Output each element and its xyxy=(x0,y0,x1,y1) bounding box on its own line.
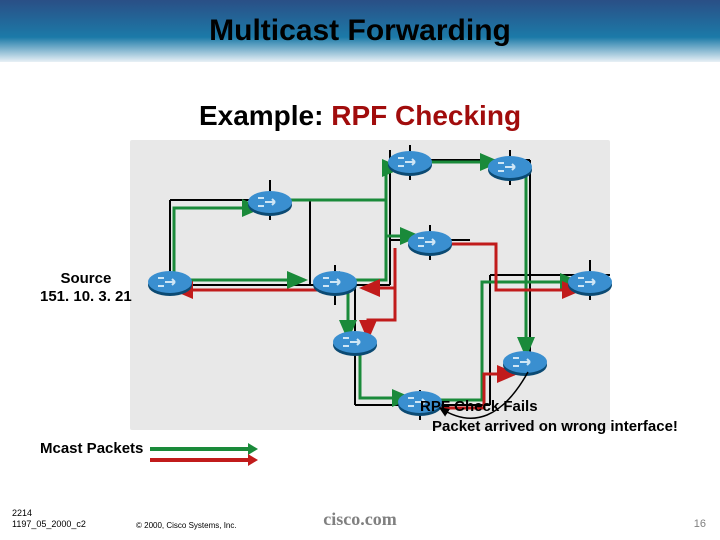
fail-line2: Packet arrived on wrong interface! xyxy=(420,417,678,437)
title-text: Multicast Forwarding xyxy=(209,14,511,48)
router-icon xyxy=(568,271,612,296)
subtitle-plain: Example: xyxy=(199,100,331,131)
subtitle-highlight: RPF Checking xyxy=(331,100,521,131)
title-banner: Multicast Forwarding xyxy=(0,0,720,62)
router-icon xyxy=(313,271,357,296)
fail-line1: RPF Check Fails xyxy=(420,397,678,417)
router-icon xyxy=(503,351,547,376)
router-icon xyxy=(248,191,292,216)
router-icon xyxy=(148,271,192,296)
subtitle: Example: RPF Checking xyxy=(0,100,720,132)
router-icon xyxy=(488,156,532,181)
legend-arrow-red xyxy=(150,458,250,462)
rpf-fail-note: RPF Check Fails Packet arrived on wrong … xyxy=(420,397,678,436)
router-icon xyxy=(408,231,452,256)
network-diagram xyxy=(110,140,630,440)
source-ip: 151. 10. 3. 21 xyxy=(40,288,132,306)
brand-footer: cisco.com xyxy=(0,509,720,530)
router-icon xyxy=(388,151,432,176)
router-icon xyxy=(333,331,377,356)
legend-arrow-green xyxy=(150,447,250,451)
slide-number: 16 xyxy=(694,518,706,530)
source-text: Source xyxy=(40,270,132,288)
source-label: Source 151. 10. 3. 21 xyxy=(40,270,132,306)
legend-label: Mcast Packets xyxy=(40,440,143,457)
